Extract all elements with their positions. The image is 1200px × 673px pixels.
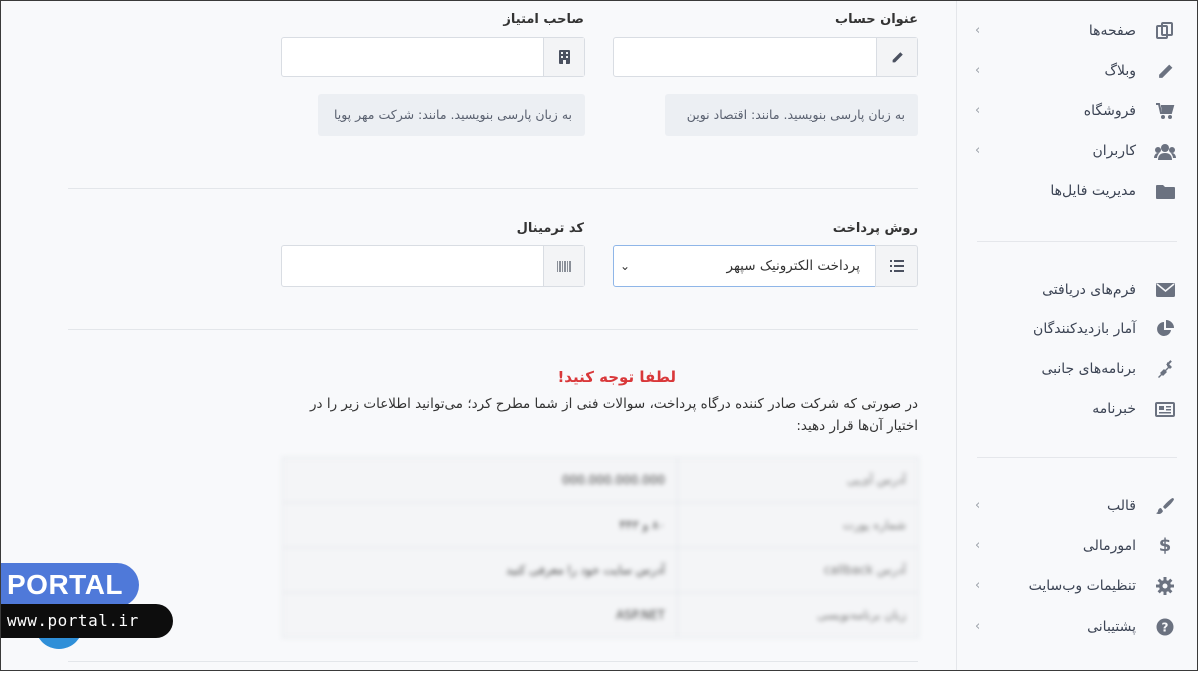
payment-method-label: روش پرداخت xyxy=(832,221,918,236)
table-cell-key: زبان برنامه‌نویسی xyxy=(677,592,919,638)
sidebar-item-label: آمار بازدیدکنندگان xyxy=(1033,321,1136,337)
portal-url: www.portal.ir xyxy=(1,604,173,638)
sidebar-item-pages[interactable]: صفحه‌ها ‹ xyxy=(957,11,1197,51)
sidebar-item-users[interactable]: کاربران ‹ xyxy=(957,131,1197,171)
sidebar-divider xyxy=(977,457,1177,458)
sidebar-item-file-manager[interactable]: مدیریت فایل‌ها xyxy=(957,171,1197,211)
owner-label: صاحب امتیاز xyxy=(503,12,584,27)
table-cell-key: شماره پورت xyxy=(677,502,919,548)
sidebar-item-statistics[interactable]: آمار بازدیدکنندگان xyxy=(957,309,1197,349)
portal-logo: PORTAL xyxy=(1,563,139,607)
sidebar-item-label: وبلاگ xyxy=(1104,63,1136,79)
terminal-code-label: کد ترمینال xyxy=(516,221,584,236)
account-title-label: عنوان حساب xyxy=(835,12,918,27)
owner-help: به زبان پارسی بنویسید. مانند: شرکت مهر پ… xyxy=(318,94,585,136)
users-icon xyxy=(1154,141,1176,161)
sidebar-divider xyxy=(977,241,1177,242)
sidebar: صفحه‌ها ‹ وبلاگ ‹ فروشگاه ‹ کاربران ‹ مد… xyxy=(956,1,1197,670)
envelope-icon xyxy=(1154,280,1176,300)
sidebar-item-label: خبرنامه xyxy=(1092,401,1136,417)
sidebar-item-theme[interactable]: قالب ‹ xyxy=(957,486,1197,526)
chevron-left-icon: ‹ xyxy=(975,143,981,158)
newspaper-icon xyxy=(1154,399,1176,419)
account-title-help: به زبان پارسی بنویسید. مانند: اقتصاد نوی… xyxy=(665,94,918,136)
table-cell-value: ۸۰ و ۴۴۳ xyxy=(282,502,678,548)
sidebar-item-forms[interactable]: فرم‌های دریافتی xyxy=(957,270,1197,310)
sidebar-item-shop[interactable]: فروشگاه ‹ xyxy=(957,91,1197,131)
chevron-left-icon: ‹ xyxy=(975,619,981,634)
list-icon xyxy=(875,245,918,287)
account-title-input[interactable] xyxy=(622,46,869,70)
chevron-left-icon: ‹ xyxy=(975,578,981,593)
dollar-icon: $ xyxy=(1158,535,1172,556)
table-cell-key: آدرس callback xyxy=(677,547,919,593)
table-cell-value: آدرس سایت خود را معرفی کنید xyxy=(282,547,678,593)
table-row: ASP.NET زبان برنامه‌نویسی xyxy=(282,592,919,638)
terminal-code-input[interactable] xyxy=(290,255,536,279)
admin-page: عنوان حساب به زبان پارسی بنویسید. مانند:… xyxy=(1,1,1197,670)
table-row: آدرس سایت خود را معرفی کنید آدرس callbac… xyxy=(282,547,919,593)
gear-icon xyxy=(1154,576,1176,596)
sidebar-item-label: امورمالی xyxy=(1082,538,1136,554)
terminal-code-field[interactable] xyxy=(281,245,585,287)
sidebar-item-label: قالب xyxy=(1107,498,1136,514)
pie-chart-icon xyxy=(1154,319,1176,339)
question-icon: ? xyxy=(1154,617,1176,637)
svg-text:?: ? xyxy=(1162,621,1169,635)
notice-body: در صورتی که شرکت صادر کننده درگاه پرداخت… xyxy=(310,396,918,434)
account-title-field[interactable] xyxy=(613,37,918,77)
building-icon xyxy=(543,38,584,76)
table-cell-key: آدرس آی‌پی xyxy=(677,457,919,503)
chevron-down-icon: ⌄ xyxy=(620,259,631,273)
pencil-icon xyxy=(1154,61,1176,81)
table-row: 000.000.000.000 آدرس آی‌پی xyxy=(282,457,919,503)
sidebar-item-plugins[interactable]: برنامه‌های جانبی xyxy=(957,349,1197,389)
table-cell-value: 000.000.000.000 xyxy=(282,457,678,503)
cart-icon xyxy=(1154,101,1176,121)
divider xyxy=(68,329,918,330)
sidebar-item-label: صفحه‌ها xyxy=(1088,23,1136,39)
payment-method-select[interactable]: پرداخت الکترونیک سپهر ⌄ xyxy=(613,245,918,287)
table-cell-value: ASP.NET xyxy=(282,592,678,638)
plug-icon xyxy=(1154,359,1176,379)
sidebar-item-finance[interactable]: $ امورمالی ‹ xyxy=(957,526,1197,566)
sidebar-item-blog[interactable]: وبلاگ ‹ xyxy=(957,51,1197,91)
owner-field[interactable] xyxy=(281,37,585,77)
chevron-left-icon: ‹ xyxy=(975,23,981,38)
payment-method-value: پرداخت الکترونیک سپهر xyxy=(726,258,860,274)
chevron-left-icon: ‹ xyxy=(975,498,981,513)
sidebar-item-label: برنامه‌های جانبی xyxy=(1041,361,1136,377)
divider xyxy=(68,188,918,189)
notice-title: لطفا توجه کنید! xyxy=(557,368,676,386)
sidebar-item-newsletter[interactable]: خبرنامه xyxy=(957,389,1197,429)
chevron-left-icon: ‹ xyxy=(975,103,981,118)
pencil-icon xyxy=(876,38,917,76)
divider xyxy=(68,661,918,662)
sidebar-item-label: فروشگاه xyxy=(1083,103,1136,119)
brush-icon xyxy=(1154,496,1176,516)
main-content: عنوان حساب به زبان پارسی بنویسید. مانند:… xyxy=(1,1,955,670)
chevron-left-icon: ‹ xyxy=(975,63,981,78)
chevron-left-icon: ‹ xyxy=(975,538,981,553)
sidebar-item-website-settings[interactable]: تنظیمات وب‌سایت ‹ xyxy=(957,566,1197,606)
sidebar-item-label: پشتیبانی xyxy=(1087,619,1136,635)
sidebar-item-label: کاربران xyxy=(1092,143,1136,159)
gateway-info-table: 000.000.000.000 آدرس آی‌پی ۸۰ و ۴۴۳ شمار… xyxy=(282,457,919,638)
payment-method-dropdown[interactable]: پرداخت الکترونیک سپهر ⌄ xyxy=(613,245,876,287)
barcode-icon xyxy=(543,246,584,286)
sidebar-item-support[interactable]: ? پشتیبانی ‹ xyxy=(957,607,1197,647)
owner-input[interactable] xyxy=(290,46,536,70)
sidebar-item-label: فرم‌های دریافتی xyxy=(1042,282,1136,298)
pages-icon xyxy=(1154,21,1176,41)
folder-icon xyxy=(1154,181,1176,201)
table-row: ۸۰ و ۴۴۳ شماره پورت xyxy=(282,502,919,548)
sidebar-item-label: تنظیمات وب‌سایت xyxy=(1028,578,1136,594)
sidebar-item-label: مدیریت فایل‌ها xyxy=(1050,183,1136,199)
